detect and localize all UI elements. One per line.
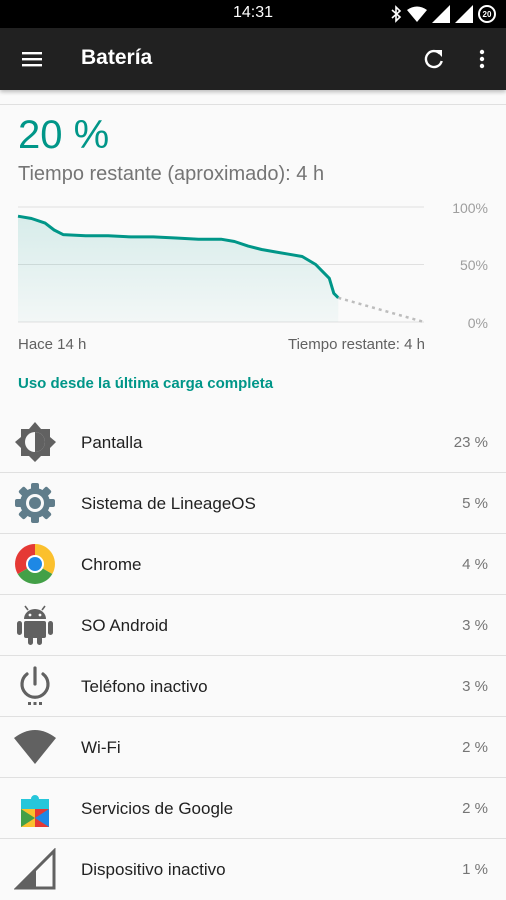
usage-item-lineageos[interactable]: Sistema de LineageOS 5 % [0, 473, 506, 534]
usage-item-wifi[interactable]: Wi-Fi 2 % [0, 717, 506, 778]
usage-item-dispositivo-inactivo[interactable]: Dispositivo inactivo 1 % [0, 839, 506, 900]
battery-history-chart [17, 206, 425, 324]
usage-label: Servicios de Google [81, 799, 234, 818]
chrome-icon [15, 544, 55, 584]
status-bar: 14:31 20 [0, 0, 506, 28]
usage-item-chrome[interactable]: Chrome 4 % [0, 534, 506, 595]
page-title: Batería [81, 46, 153, 69]
usage-value: 1 % [462, 861, 488, 878]
signal-icon [432, 5, 450, 23]
usage-value: 2 % [462, 800, 488, 817]
signal-icon-2 [455, 5, 473, 23]
battery-status-icon: 20 [478, 5, 496, 23]
usage-item-pantalla[interactable]: Pantalla 23 % [0, 412, 506, 473]
usage-value: 23 % [453, 434, 488, 451]
menu-icon[interactable] [20, 47, 44, 71]
usage-label: Teléfono inactivo [81, 677, 208, 696]
usage-item-telefono-inactivo[interactable]: Teléfono inactivo 3 % [0, 656, 506, 717]
usage-value: 3 % [462, 617, 488, 634]
refresh-icon[interactable] [422, 47, 446, 71]
android-icon [17, 605, 53, 645]
gear-icon [15, 483, 55, 523]
usage-value: 4 % [462, 556, 488, 573]
more-options-icon[interactable] [470, 47, 494, 71]
divider [0, 104, 506, 105]
usage-label: Chrome [81, 555, 142, 574]
usage-list: Pantalla 23 % Sistema de LineageOS 5 % C… [0, 412, 506, 900]
y-tick-100: 100% [452, 200, 488, 216]
brightness-icon [15, 422, 56, 462]
usage-value: 5 % [462, 495, 488, 512]
wifi-status-icon [407, 6, 427, 22]
y-tick-50: 50% [459, 257, 488, 273]
x-axis-start-label: Hace 14 h [18, 336, 87, 353]
puzzle-icon [21, 795, 49, 827]
x-axis-end-label: Tiempo restante: 4 h [287, 336, 425, 353]
bluetooth-icon [391, 5, 402, 23]
cell-signal-icon [14, 848, 56, 890]
toolbar: Batería [0, 28, 506, 90]
usage-value: 3 % [462, 678, 488, 695]
usage-item-google-services[interactable]: Servicios de Google 2 % [0, 778, 506, 839]
usage-label: Dispositivo inactivo [81, 860, 226, 879]
power-icon [20, 666, 50, 705]
usage-item-android[interactable]: SO Android 3 % [0, 595, 506, 656]
usage-section-header: Uso desde la última carga completa [18, 375, 274, 392]
y-tick-0: 0% [467, 315, 488, 331]
wifi-icon [14, 730, 56, 764]
battery-area [18, 216, 339, 322]
time-remaining: Tiempo restante (aproximado): 4 h [18, 163, 325, 185]
usage-label: Pantalla [81, 433, 143, 452]
status-icons: 20 [390, 4, 496, 24]
usage-label: Wi-Fi [81, 738, 121, 757]
battery-projection-line [337, 296, 425, 324]
usage-label: Sistema de LineageOS [81, 494, 256, 513]
usage-label: SO Android [81, 616, 168, 635]
battery-percent: 20 % [18, 113, 110, 157]
usage-value: 2 % [462, 739, 488, 756]
